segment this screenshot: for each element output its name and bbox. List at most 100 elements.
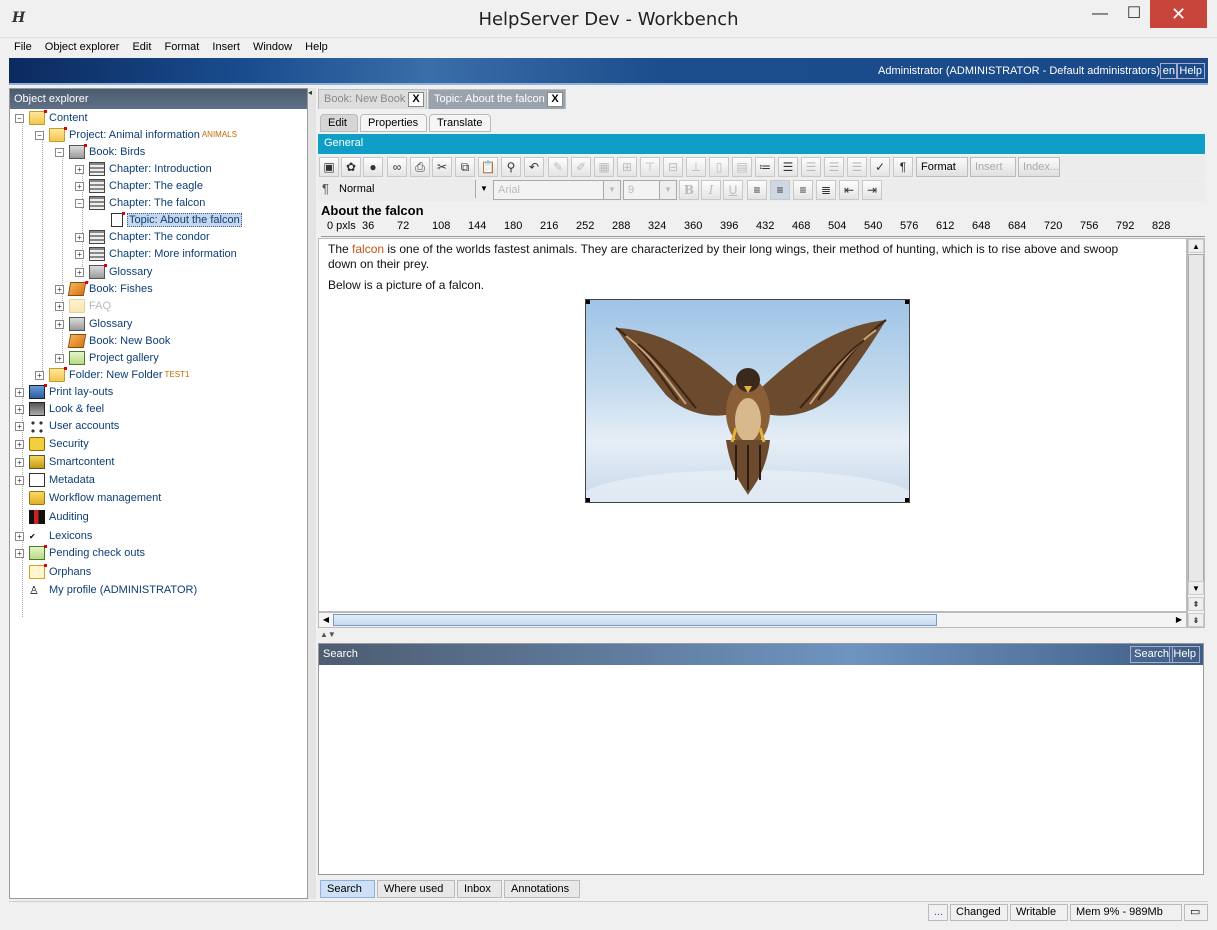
- menu-file[interactable]: File: [9, 38, 37, 56]
- banner-help-button[interactable]: Help: [1176, 63, 1205, 79]
- paragraph-style-select[interactable]: Normal: [335, 180, 492, 200]
- tree-node-chapter-condor[interactable]: + Chapter: The condor: [75, 229, 210, 245]
- tree-node-workflow-management[interactable]: Workflow management: [29, 490, 161, 506]
- tree-node-topic-about-falcon[interactable]: Topic: About the falcon: [111, 212, 242, 228]
- tab-topic-about-falcon[interactable]: Topic: About the falcon X: [428, 89, 566, 109]
- menu-edit[interactable]: Edit: [127, 38, 156, 56]
- tree-node-content[interactable]: − Content: [15, 110, 88, 126]
- align-left-icon[interactable]: ≡: [747, 180, 767, 200]
- table-delete-row-icon[interactable]: ⊥: [686, 157, 706, 177]
- scroll-up-icon[interactable]: ▲: [1188, 239, 1204, 253]
- panel-splitter[interactable]: [308, 88, 316, 899]
- tab-edit[interactable]: Edit: [320, 114, 358, 132]
- close-button[interactable]: ✕: [1150, 0, 1207, 28]
- align-center-icon[interactable]: ≡: [770, 180, 790, 200]
- expand-icon[interactable]: +: [55, 301, 64, 311]
- tab-where-used[interactable]: Where used: [377, 880, 455, 898]
- tree-node-chapter-introduction[interactable]: + Chapter: Introduction: [75, 161, 212, 177]
- tree-node-pending-check-outs[interactable]: + Pending check outs: [15, 545, 145, 561]
- editor-vertical-scrollbar[interactable]: ▲ ▼ ⇞ ⇟: [1187, 238, 1205, 628]
- tree-node-glossary-birds[interactable]: + Glossary: [75, 264, 152, 280]
- expand-icon[interactable]: +: [55, 284, 64, 294]
- align-right-icon[interactable]: ≡: [793, 180, 813, 200]
- font-size-select[interactable]: 9 ▼: [623, 180, 677, 200]
- index-button[interactable]: Index...: [1018, 157, 1060, 177]
- menu-help[interactable]: Help: [300, 38, 333, 56]
- tree-node-book-fishes[interactable]: + Book: Fishes: [55, 281, 153, 297]
- tree-node-book-new-book[interactable]: Book: New Book: [67, 333, 170, 349]
- tree-node-faq[interactable]: + FAQ: [55, 298, 111, 314]
- expand-icon[interactable]: +: [75, 232, 84, 242]
- page-down-icon[interactable]: ⇟: [1188, 613, 1204, 627]
- expand-icon[interactable]: +: [15, 387, 24, 397]
- paste-icon[interactable]: 📋: [478, 157, 498, 177]
- splitter-arrows-icon[interactable]: ▲▼: [320, 630, 336, 639]
- tree-node-print-layouts[interactable]: + Print lay-outs: [15, 384, 113, 400]
- globe-icon[interactable]: ●: [363, 157, 383, 177]
- keyword-link[interactable]: falcon: [352, 242, 384, 256]
- expand-icon[interactable]: +: [15, 531, 24, 541]
- tree-node-project-gallery[interactable]: + Project gallery: [55, 350, 159, 366]
- cut-icon[interactable]: ✂: [432, 157, 452, 177]
- expand-icon[interactable]: +: [15, 404, 24, 414]
- page-up-icon[interactable]: ⇞: [1188, 597, 1204, 611]
- close-tab-icon[interactable]: X: [547, 92, 563, 107]
- outdent-list-icon[interactable]: ☰: [847, 157, 867, 177]
- falcon-image[interactable]: [585, 299, 910, 503]
- tree-node-book-birds[interactable]: − Book: Birds: [55, 144, 145, 160]
- menu-window[interactable]: Window: [248, 38, 297, 56]
- list-icon[interactable]: ☰: [801, 157, 821, 177]
- memory-gc-icon[interactable]: ▭: [1184, 904, 1208, 921]
- show-marks-icon[interactable]: ¶: [893, 157, 913, 177]
- table-insert-col-icon[interactable]: ⊞: [617, 157, 637, 177]
- menu-insert[interactable]: Insert: [207, 38, 245, 56]
- increase-indent-icon[interactable]: ⇥: [862, 180, 882, 200]
- tree-node-smartcontent[interactable]: + Smartcontent: [15, 454, 114, 470]
- expand-icon[interactable]: +: [55, 319, 64, 329]
- status-more-button[interactable]: ...: [928, 904, 948, 921]
- format-painter-icon[interactable]: ✐: [571, 157, 591, 177]
- table-merge-icon[interactable]: ▯: [709, 157, 729, 177]
- tab-annotations[interactable]: Annotations: [504, 880, 580, 898]
- expand-icon[interactable]: +: [15, 421, 24, 431]
- paragraph-style-arrow[interactable]: ▼: [474, 180, 492, 200]
- tree-node-look-feel[interactable]: + Look & feel: [15, 401, 104, 417]
- collapse-icon[interactable]: −: [55, 147, 64, 157]
- underline-button[interactable]: U: [723, 180, 743, 200]
- table-insert-row-icon[interactable]: ⊤: [640, 157, 660, 177]
- expand-icon[interactable]: +: [55, 353, 64, 363]
- refresh-icon[interactable]: ✿: [341, 157, 361, 177]
- undo-icon[interactable]: ↶: [524, 157, 544, 177]
- numbered-list-icon[interactable]: ≔: [755, 157, 775, 177]
- tab-inbox[interactable]: Inbox: [457, 880, 502, 898]
- expand-icon[interactable]: +: [35, 370, 44, 380]
- expand-icon[interactable]: +: [15, 475, 24, 485]
- tree-node-metadata[interactable]: + Metadata: [15, 472, 95, 488]
- tab-properties[interactable]: Properties: [360, 114, 427, 132]
- tree-node-security[interactable]: + Security: [15, 436, 89, 452]
- tree-node-chapter-more-information[interactable]: + Chapter: More information: [75, 246, 237, 262]
- decrease-indent-icon[interactable]: ⇤: [839, 180, 859, 200]
- tree-node-lexicons[interactable]: + ✔ Lexicons: [15, 528, 92, 544]
- editor-horizontal-scrollbar[interactable]: ◀ ▶: [318, 612, 1187, 628]
- format-dropdown[interactable]: Format ▾: [916, 157, 968, 191]
- copy-icon[interactable]: ⧉: [455, 157, 475, 177]
- scroll-down-icon[interactable]: ▼: [1188, 581, 1204, 595]
- table-delete-col-icon[interactable]: ⊟: [663, 157, 683, 177]
- tree-node-chapter-falcon[interactable]: − Chapter: The falcon: [75, 195, 205, 211]
- scroll-right-icon[interactable]: ▶: [1172, 613, 1186, 627]
- expand-icon[interactable]: +: [75, 267, 84, 277]
- highlight-icon[interactable]: ✎: [548, 157, 568, 177]
- collapse-icon[interactable]: −: [15, 113, 24, 123]
- table-split-icon[interactable]: ▤: [732, 157, 752, 177]
- menu-object-explorer[interactable]: Object explorer: [40, 38, 125, 56]
- expand-icon[interactable]: +: [15, 548, 24, 558]
- expand-icon[interactable]: +: [75, 249, 84, 259]
- preview-icon[interactable]: ∞: [387, 157, 407, 177]
- expand-icon[interactable]: +: [75, 164, 84, 174]
- tab-search[interactable]: Search: [320, 880, 375, 898]
- save-icon[interactable]: ▣: [319, 157, 339, 177]
- bullet-list-icon[interactable]: ☰: [778, 157, 798, 177]
- expand-icon[interactable]: +: [15, 439, 24, 449]
- find-icon[interactable]: ⚲: [501, 157, 521, 177]
